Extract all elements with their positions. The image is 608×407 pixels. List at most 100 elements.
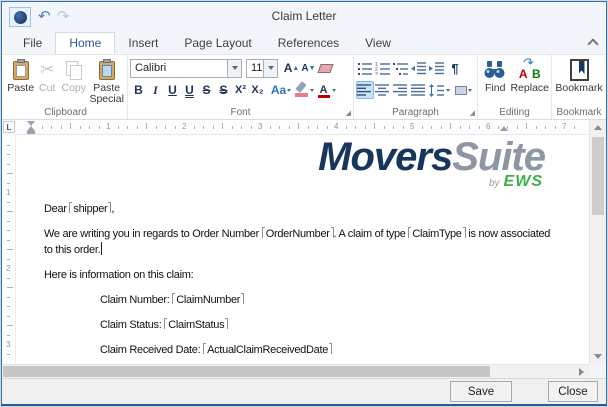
document-paragraph[interactable]: Claim Status: ClaimStatus: [44, 317, 589, 333]
indent-marker[interactable]: [27, 131, 35, 134]
change-case-button[interactable]: Aa: [269, 81, 293, 99]
horizontal-scroll-thumb[interactable]: [3, 366, 490, 377]
bold-button[interactable]: B: [130, 81, 147, 99]
footer-bar: Save Close: [2, 378, 606, 404]
ruler-number: 3: [258, 122, 262, 131]
moverssuite-logo: MoversSuite: [16, 137, 589, 177]
document-paragraph[interactable]: Here is information on this claim:: [44, 267, 589, 283]
underline-button[interactable]: U: [164, 81, 181, 99]
paragraph-dialog-launcher[interactable]: ◢: [470, 110, 475, 117]
document-paragraph[interactable]: Dear shipper,: [44, 201, 589, 217]
grow-font-button[interactable]: A▲: [283, 59, 300, 77]
align-center-button[interactable]: [374, 81, 392, 99]
strikethrough-button[interactable]: S: [198, 81, 215, 99]
justify-icon: [411, 84, 426, 96]
paste-button[interactable]: Paste: [6, 57, 35, 105]
decrease-indent-button[interactable]: [410, 59, 428, 77]
font-name-dropdown-icon[interactable]: [227, 60, 241, 77]
shrink-font-button[interactable]: A▼: [300, 59, 317, 77]
merge-field-bracket: [463, 227, 466, 238]
ruler-tick: [574, 126, 575, 129]
bookmark-button[interactable]: Bookmark: [554, 57, 604, 105]
tab-view[interactable]: View: [352, 33, 404, 54]
ruler-tick: [393, 126, 394, 129]
merge-field[interactable]: ActualClaimReceivedDate: [207, 344, 328, 356]
show-paragraph-marks-button[interactable]: ¶: [446, 59, 464, 77]
vertical-scroll-thumb[interactable]: [592, 137, 604, 215]
bullets-button[interactable]: [356, 59, 374, 77]
tab-page-layout[interactable]: Page Layout: [171, 33, 264, 54]
indent-marker[interactable]: [500, 126, 508, 131]
merge-field-bracket: [408, 227, 411, 238]
merge-field[interactable]: ClaimStatus: [168, 319, 224, 331]
align-right-button[interactable]: [392, 81, 410, 99]
ruler-tick: [42, 126, 43, 129]
find-button[interactable]: Find: [480, 57, 510, 105]
tab-stop-selector[interactable]: L: [3, 121, 15, 133]
subscript-button[interactable]: X₂: [249, 81, 266, 99]
merge-field[interactable]: ClaimType: [412, 228, 461, 240]
ruler-tick: [7, 211, 13, 212]
font-dialog-launcher[interactable]: ◢: [346, 110, 351, 117]
clipboard-group-label: Clipboard: [4, 107, 127, 118]
shading-button[interactable]: [451, 81, 475, 99]
pilcrow-icon: ¶: [451, 61, 458, 76]
numbering-button[interactable]: 123: [374, 59, 392, 77]
font-size-dropdown-icon[interactable]: [263, 60, 277, 77]
merge-field[interactable]: ClaimNumber: [176, 294, 240, 306]
ruler-tick: [317, 126, 318, 129]
paste-special-icon: [98, 59, 116, 81]
horizontal-scrollbar[interactable]: [2, 364, 589, 378]
ruler-number: 4: [334, 122, 338, 131]
scroll-right-button[interactable]: [574, 365, 589, 378]
replace-button[interactable]: ↷A B Replace: [510, 57, 549, 105]
font-color-button[interactable]: A: [315, 81, 337, 99]
font-size-combo[interactable]: 11: [246, 59, 278, 78]
merge-field[interactable]: shipper: [73, 203, 107, 215]
scroll-down-button[interactable]: [590, 349, 606, 364]
document-paragraph[interactable]: Claim Received Date: ActualClaimReceived…: [44, 342, 589, 358]
tab-home[interactable]: Home: [55, 32, 115, 54]
document-edit-area[interactable]: MoversSuite byEWS Dear shipper,We are wr…: [16, 135, 589, 364]
vertical-scrollbar[interactable]: [589, 120, 606, 364]
tab-file[interactable]: File: [10, 33, 55, 54]
svg-text:3: 3: [375, 72, 378, 75]
ruler-tick: [127, 126, 128, 129]
ruler-tick: [279, 126, 280, 129]
line-spacing-button[interactable]: [427, 81, 451, 99]
merge-field-bracket: [329, 343, 332, 354]
multilevel-list-icon: [393, 62, 409, 75]
justify-button[interactable]: [410, 81, 428, 99]
close-button[interactable]: Close: [548, 381, 598, 402]
document-paragraph[interactable]: Claim Number: ClaimNumber: [44, 292, 589, 308]
ruler-tick: [203, 126, 204, 129]
ruler-tick: [7, 297, 10, 298]
ruler-tick: [308, 126, 309, 129]
ruler-tick: [403, 126, 404, 129]
copy-icon: [65, 59, 83, 81]
clear-formatting-button[interactable]: [317, 59, 334, 77]
ruler-tick: [213, 126, 214, 129]
merge-field-bracket: [241, 293, 244, 304]
merge-field-bracket: [225, 318, 228, 329]
ruler-tick: [7, 278, 10, 279]
superscript-button[interactable]: X²: [232, 81, 249, 99]
font-name-combo[interactable]: Calibri: [130, 59, 242, 78]
multilevel-list-button[interactable]: [392, 59, 410, 77]
shading-icon: [455, 86, 467, 95]
merge-field[interactable]: OrderNumber: [266, 228, 330, 240]
ruler-tick: [194, 126, 195, 129]
highlight-color-button[interactable]: [293, 81, 315, 99]
increase-indent-button[interactable]: [428, 59, 446, 77]
paste-special-button[interactable]: Paste Special: [88, 57, 125, 105]
tab-references[interactable]: References: [265, 33, 352, 54]
save-button[interactable]: Save: [450, 381, 512, 402]
double-underline-button[interactable]: U: [181, 81, 198, 99]
tab-insert[interactable]: Insert: [115, 33, 171, 54]
collapse-ribbon-button[interactable]: [588, 38, 598, 46]
italic-button[interactable]: I: [147, 81, 164, 99]
scroll-up-button[interactable]: [590, 120, 606, 135]
document-paragraph[interactable]: We are writing you in regards to Order N…: [44, 226, 589, 258]
double-strikethrough-button[interactable]: S: [215, 81, 232, 99]
align-left-button[interactable]: [356, 81, 374, 99]
